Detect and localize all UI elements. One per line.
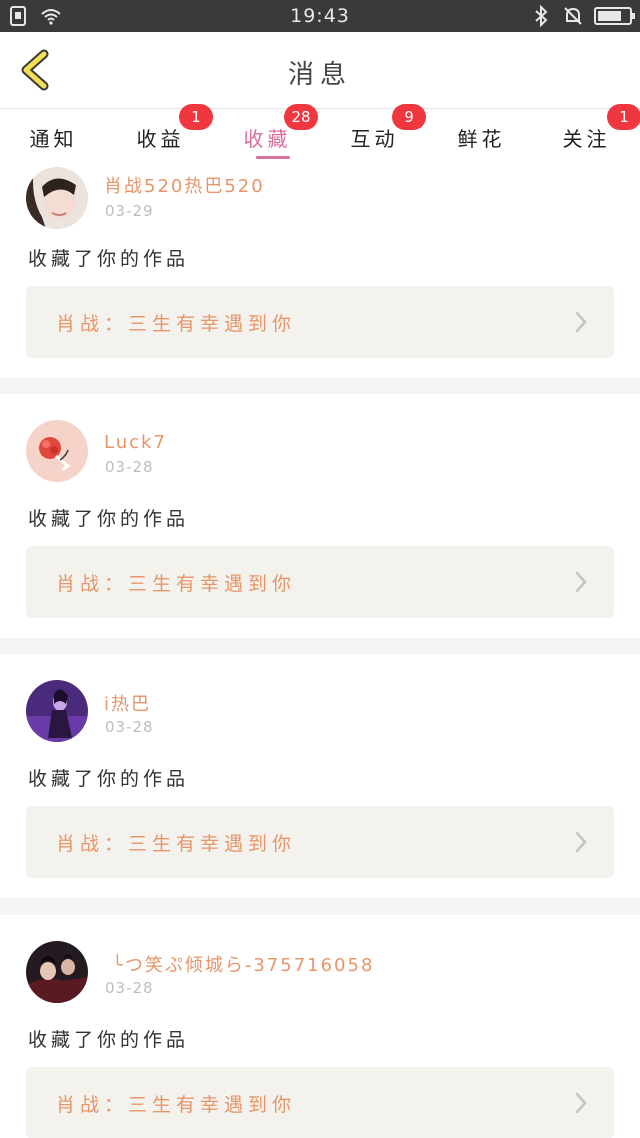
tab-favorites[interactable]: 收藏 28	[214, 104, 321, 164]
avatar[interactable]	[26, 420, 88, 482]
battery-fill	[598, 11, 621, 21]
message-date: 03-28	[105, 458, 154, 476]
work-link[interactable]: 肖战：三生有幸遇到你	[26, 286, 614, 358]
tab-label: 收藏	[243, 127, 292, 151]
message-feed[interactable]: 肖战520热巴520 03-29 收藏了你的作品 肖战：三生有幸遇到你 Luck…	[0, 164, 640, 1138]
message-date: 03-29	[105, 202, 154, 220]
message-date: 03-28	[105, 979, 154, 997]
tab-label: 互动	[350, 127, 399, 151]
chevron-right-icon	[575, 311, 587, 333]
username[interactable]: 肖战520热巴520	[104, 172, 265, 198]
work-link[interactable]: 肖战：三生有幸遇到你	[26, 1067, 614, 1138]
message-card: ╰つ笑ぷ倾城ら-375716058 03-28 收藏了你的作品 肖战：三生有幸遇…	[0, 915, 640, 1138]
tab-label: 通知	[29, 127, 78, 151]
tab-label: 关注	[562, 127, 611, 151]
avatar-image	[26, 167, 88, 229]
active-tab-indicator	[256, 156, 290, 159]
work-title: 肖战：三生有幸遇到你	[56, 573, 297, 595]
message-card: Luck7 03-28 收藏了你的作品 肖战：三生有幸遇到你	[0, 394, 640, 638]
status-bar: 19:43	[0, 0, 640, 32]
work-title: 肖战：三生有幸遇到你	[56, 833, 297, 855]
battery-icon	[594, 7, 635, 25]
work-link[interactable]: 肖战：三生有幸遇到你	[26, 546, 614, 618]
action-text: 收藏了你的作品	[28, 768, 190, 790]
chevron-right-icon	[575, 571, 587, 593]
work-title: 肖战：三生有幸遇到你	[56, 1094, 297, 1116]
tab-notifications[interactable]: 通知	[0, 110, 107, 164]
header: 消息	[0, 32, 640, 109]
avatar[interactable]	[26, 167, 88, 229]
tab-interactions[interactable]: 互动 9	[321, 104, 428, 164]
work-link[interactable]: 肖战：三生有幸遇到你	[26, 806, 614, 878]
avatar-image	[26, 420, 88, 482]
username[interactable]: i热巴	[104, 690, 151, 716]
tab-badge: 1	[179, 104, 213, 130]
username[interactable]: ╰つ笑ぷ倾城ら-375716058	[112, 951, 374, 977]
action-text: 收藏了你的作品	[28, 248, 190, 270]
tab-badge: 9	[392, 104, 426, 130]
chevron-right-icon	[575, 1092, 587, 1114]
work-title: 肖战：三生有幸遇到你	[56, 313, 297, 335]
username[interactable]: Luck7	[104, 432, 167, 453]
message-card: 肖战520热巴520 03-29 收藏了你的作品 肖战：三生有幸遇到你	[0, 164, 640, 378]
tab-label: 鲜花	[457, 127, 506, 151]
tab-earnings[interactable]: 收益 1	[107, 104, 214, 164]
action-text: 收藏了你的作品	[28, 508, 190, 530]
tab-follows[interactable]: 关注 1	[533, 104, 640, 164]
message-date: 03-28	[105, 718, 154, 736]
tab-badge: 28	[284, 104, 318, 130]
tab-flowers[interactable]: 鲜花	[428, 110, 535, 164]
tab-bar: 通知 收益 1 收藏 28 互动 9 鲜花 关注 1	[0, 104, 640, 164]
tab-label: 收益	[136, 127, 185, 151]
avatar-image	[26, 941, 88, 1003]
tab-badge: 1	[607, 104, 640, 130]
message-card: i热巴 03-28 收藏了你的作品 肖战：三生有幸遇到你	[0, 654, 640, 898]
action-text: 收藏了你的作品	[28, 1029, 190, 1051]
page-title: 消息	[287, 60, 352, 90]
bell-muted-icon	[564, 7, 582, 25]
avatar-image	[26, 680, 88, 742]
bluetooth-icon	[535, 5, 548, 27]
avatar[interactable]	[26, 680, 88, 742]
status-right	[530, 5, 635, 27]
avatar[interactable]	[26, 941, 88, 1003]
chevron-right-icon	[575, 831, 587, 853]
